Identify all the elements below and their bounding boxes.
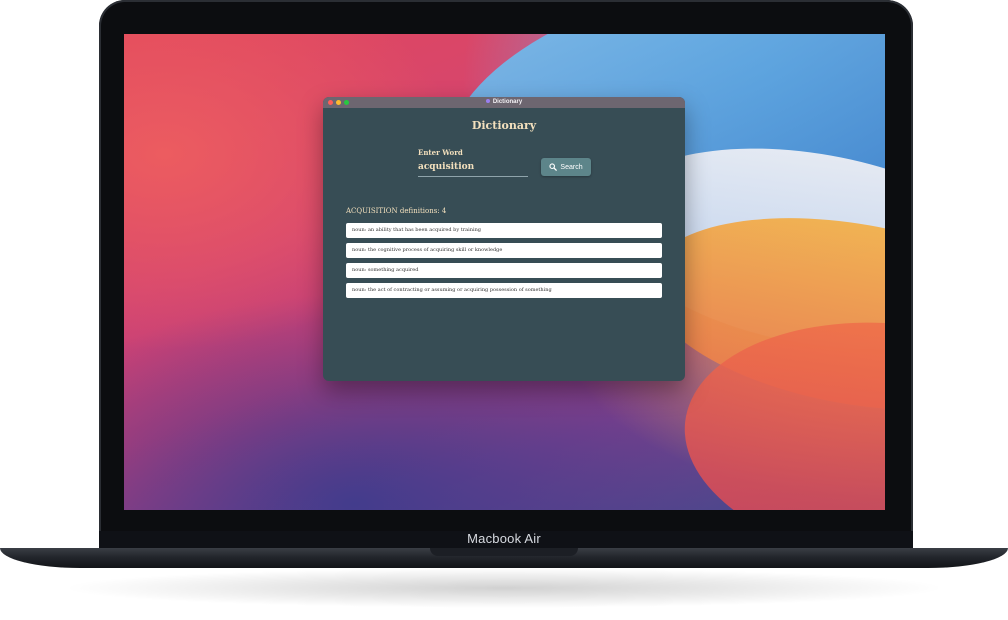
app-icon — [485, 99, 490, 104]
page-title: Dictionary — [471, 119, 537, 132]
floor-shadow — [60, 568, 948, 608]
window-title-text: Dictionary — [492, 99, 523, 105]
laptop-notch — [430, 548, 578, 556]
device-label: Macbook Air — [467, 531, 541, 546]
window-titlebar[interactable]: Dictionary — [323, 97, 685, 108]
word-input-label: Enter Word — [418, 148, 463, 157]
definition-item[interactable]: noun: the act of contracting or assuming… — [346, 283, 662, 298]
word-input[interactable] — [418, 158, 528, 177]
magnifier-icon — [549, 163, 558, 171]
definition-item[interactable]: noun: an ability that has been acquired … — [346, 223, 662, 238]
search-button-label: Search — [560, 163, 583, 171]
definition-item[interactable]: noun: the cognitive process of acquiring… — [346, 243, 662, 258]
results-title: ACQUISITION definitions: 4 — [346, 207, 447, 215]
definition-list: noun: an ability that has been acquired … — [346, 223, 662, 303]
window-title: Dictionary — [323, 97, 685, 108]
dictionary-window: Dictionary Dictionary Enter Word Search … — [323, 97, 685, 381]
definition-item[interactable]: noun: something acquired — [346, 263, 662, 278]
search-button[interactable]: Search — [541, 158, 591, 176]
